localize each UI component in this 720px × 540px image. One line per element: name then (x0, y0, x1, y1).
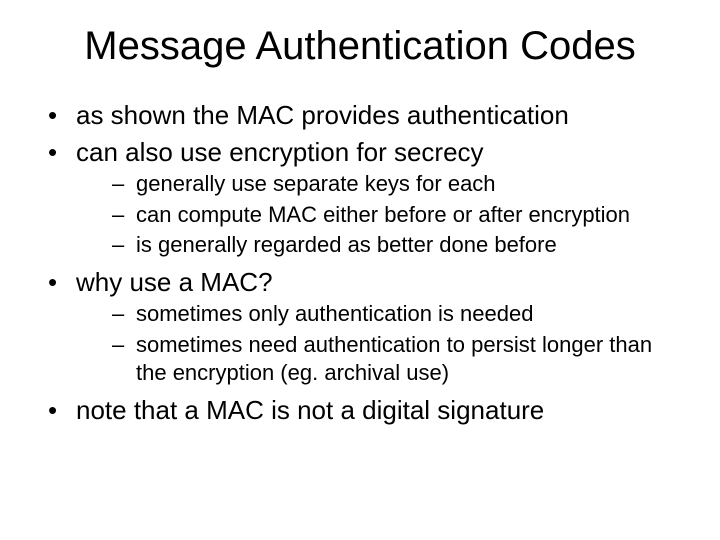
sub-bullet-item: generally use separate keys for each (112, 170, 680, 199)
bullet-text: why use a MAC? (76, 267, 273, 297)
sub-bullet-item: is generally regarded as better done bef… (112, 231, 680, 260)
bullet-text: note that a MAC is not a digital signatu… (76, 395, 544, 425)
bullet-item: can also use encryption for secrecy gene… (48, 136, 680, 260)
bullet-text: as shown the MAC provides authentication (76, 100, 569, 130)
bullet-item: as shown the MAC provides authentication (48, 99, 680, 132)
bullet-item: why use a MAC? sometimes only authentica… (48, 266, 680, 388)
sub-bullet-list: sometimes only authentication is needed … (76, 300, 680, 388)
sub-bullet-list: generally use separate keys for each can… (76, 170, 680, 260)
bullet-list: as shown the MAC provides authentication… (40, 99, 680, 427)
sub-bullet-item: sometimes need authentication to persist… (112, 331, 680, 388)
sub-bullet-item: can compute MAC either before or after e… (112, 201, 680, 230)
slide: Message Authentication Codes as shown th… (0, 0, 720, 540)
bullet-text: can also use encryption for secrecy (76, 137, 484, 167)
sub-bullet-item: sometimes only authentication is needed (112, 300, 680, 329)
slide-title: Message Authentication Codes (40, 24, 680, 69)
bullet-item: note that a MAC is not a digital signatu… (48, 394, 680, 427)
